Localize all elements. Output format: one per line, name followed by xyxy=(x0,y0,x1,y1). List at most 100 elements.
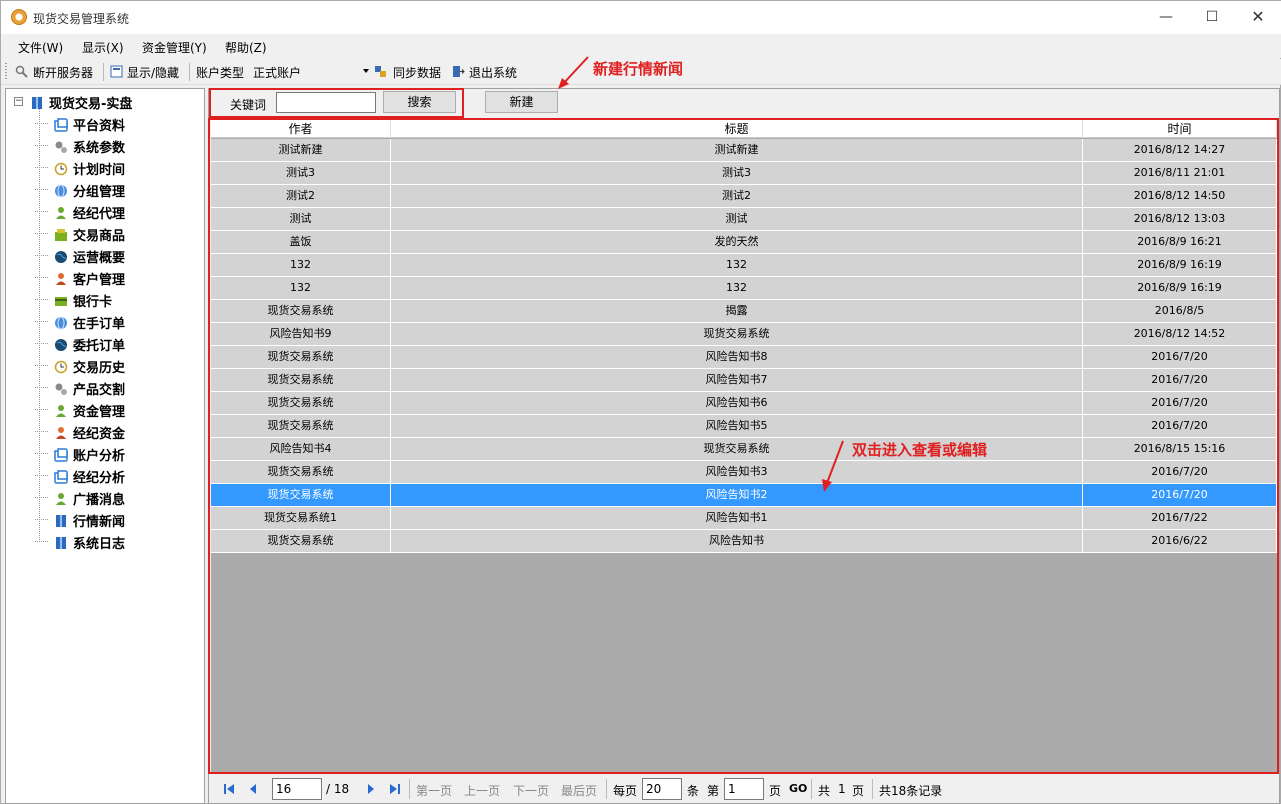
total-records: 共18条记录 xyxy=(879,784,943,798)
tree-item-label: 分组管理 xyxy=(73,185,126,200)
clock-icon xyxy=(54,360,68,374)
tree-item-label: 交易历史 xyxy=(73,361,126,376)
tree-item[interactable]: 计划时间 xyxy=(35,159,126,178)
annotation-arrow-icon xyxy=(822,440,844,492)
tree-item[interactable]: 经纪分析 xyxy=(35,467,125,486)
first-page-link[interactable]: 第一页 xyxy=(416,782,452,799)
go-button[interactable]: GO xyxy=(789,782,807,795)
menu-funds[interactable]: 资金管理(Y) xyxy=(142,39,207,56)
pager-separator xyxy=(872,779,873,799)
person-icon xyxy=(56,427,66,439)
tree-connector xyxy=(35,497,49,498)
next-page-icon[interactable] xyxy=(365,783,377,795)
gears-icon xyxy=(55,383,67,395)
tree-item[interactable]: 客户管理 xyxy=(35,269,125,288)
tree-item[interactable]: 广播消息 xyxy=(35,489,125,508)
tree-item[interactable]: 交易历史 xyxy=(35,357,126,376)
tree-item[interactable]: 在手订单 xyxy=(35,313,125,332)
prev-page-link[interactable]: 上一页 xyxy=(464,782,500,799)
disconnect-button[interactable]: 断开服务器 xyxy=(33,64,93,81)
total-prefix: 共 xyxy=(818,784,831,798)
tree-item[interactable]: 分组管理 xyxy=(35,181,126,200)
globe-icon xyxy=(55,316,67,330)
account-type-label: 账户类型 xyxy=(196,66,245,80)
sync-icon xyxy=(375,66,386,77)
tree-item[interactable]: 资金管理 xyxy=(35,401,125,420)
tree-item[interactable]: 经纪代理 xyxy=(35,203,125,222)
goto-page-input[interactable]: 1 xyxy=(724,778,764,800)
goto-unit: 页 xyxy=(769,784,782,798)
account-type-value: 正式账户 xyxy=(253,66,302,80)
tree-root-label: 现货交易-实盘 xyxy=(49,97,133,112)
user-icon xyxy=(56,207,66,219)
tree-item[interactable]: 经纪资金 xyxy=(35,423,125,442)
tree-item[interactable]: 银行卡 xyxy=(35,291,113,310)
title-bar: 现货交易管理系统 — ☐ ✕ xyxy=(1,1,1281,34)
tree-connector xyxy=(35,519,49,520)
menu-help[interactable]: 帮助(Z) xyxy=(225,39,267,56)
menu-file[interactable]: 文件(W) xyxy=(18,39,63,56)
user-icon xyxy=(56,493,66,505)
tree-connector xyxy=(35,431,49,432)
navigation-tree: − 现货交易-实盘 平台资料系统参数计划时间分组管理经纪代理交易商品运营概要客户… xyxy=(5,88,205,804)
tree-item[interactable]: 平台资料 xyxy=(35,115,126,134)
clock-icon xyxy=(54,162,68,176)
tree-item-label: 平台资料 xyxy=(73,119,126,134)
app-logo-icon xyxy=(11,9,27,25)
tree-item[interactable]: 运营概要 xyxy=(35,247,125,266)
window-icon xyxy=(54,470,68,484)
sync-button[interactable]: 同步数据 xyxy=(393,64,441,81)
tree-item-label: 银行卡 xyxy=(73,295,113,310)
tree-connector xyxy=(35,321,49,322)
tree-root[interactable]: 现货交易-实盘 xyxy=(30,93,132,112)
last-page-icon[interactable] xyxy=(389,783,401,795)
per-page-input[interactable]: 20 xyxy=(642,778,682,800)
current-page-input[interactable]: 16 xyxy=(272,778,322,800)
tree-item[interactable]: 产品交割 xyxy=(35,379,125,398)
per-page-label: 每页 xyxy=(613,784,638,798)
window-icon xyxy=(54,448,68,462)
minimize-button[interactable]: — xyxy=(1143,1,1189,33)
tree-item[interactable]: 账户分析 xyxy=(35,445,126,464)
tree-connector xyxy=(35,453,49,454)
prev-page-icon[interactable] xyxy=(247,783,259,795)
tree-connector xyxy=(35,299,49,300)
exit-icon xyxy=(453,66,465,77)
book-icon xyxy=(32,97,42,109)
annotation-arrow-icon xyxy=(558,56,589,89)
tree-connector xyxy=(35,277,49,278)
app-window: 现货交易管理系统 — ☐ ✕ 文件(W) 显示(X) 资金管理(Y) 帮助(Z)… xyxy=(0,0,1281,804)
goto-label: 第 xyxy=(707,784,720,798)
close-button[interactable]: ✕ xyxy=(1235,1,1281,33)
tree-item-label: 账户分析 xyxy=(73,449,126,464)
account-type-select[interactable]: 正式账户 xyxy=(249,62,371,82)
annotation-new-news: 新建行情新闻 xyxy=(593,60,684,78)
menu-display[interactable]: 显示(X) xyxy=(82,39,124,56)
first-page-icon[interactable] xyxy=(223,783,235,795)
collapse-icon[interactable]: − xyxy=(14,97,23,106)
tree-connector xyxy=(35,365,49,366)
total-unit: 页 xyxy=(852,784,865,798)
toolbar-separator xyxy=(189,63,190,81)
tree-item[interactable]: 交易商品 xyxy=(35,225,125,244)
box-icon xyxy=(55,229,67,241)
next-page-link[interactable]: 下一页 xyxy=(513,782,549,799)
tree-item[interactable]: 行情新闻 xyxy=(35,511,125,530)
tree-item-label: 计划时间 xyxy=(73,163,126,178)
exit-button[interactable]: 退出系统 xyxy=(469,64,517,81)
tree-connector xyxy=(35,189,49,190)
last-page-link[interactable]: 最后页 xyxy=(561,782,597,799)
tree-connector xyxy=(35,387,49,388)
annotation-double-click: 双击进入查看或编辑 xyxy=(852,441,988,459)
tree-item[interactable]: 委托订单 xyxy=(35,335,125,354)
toggle-display-button[interactable]: 显示/隐藏 xyxy=(127,64,179,81)
maximize-button[interactable]: ☐ xyxy=(1189,1,1235,33)
book-icon xyxy=(56,515,66,527)
total-pages-label: / 18 xyxy=(326,782,350,796)
tree-item[interactable]: 系统参数 xyxy=(35,137,126,156)
tree-item[interactable]: 系统日志 xyxy=(35,533,125,552)
tree-item-label: 系统参数 xyxy=(73,141,126,156)
toolbar-grip xyxy=(5,63,7,81)
new-button[interactable]: 新建 xyxy=(485,91,558,113)
toolbar-separator xyxy=(103,63,104,81)
